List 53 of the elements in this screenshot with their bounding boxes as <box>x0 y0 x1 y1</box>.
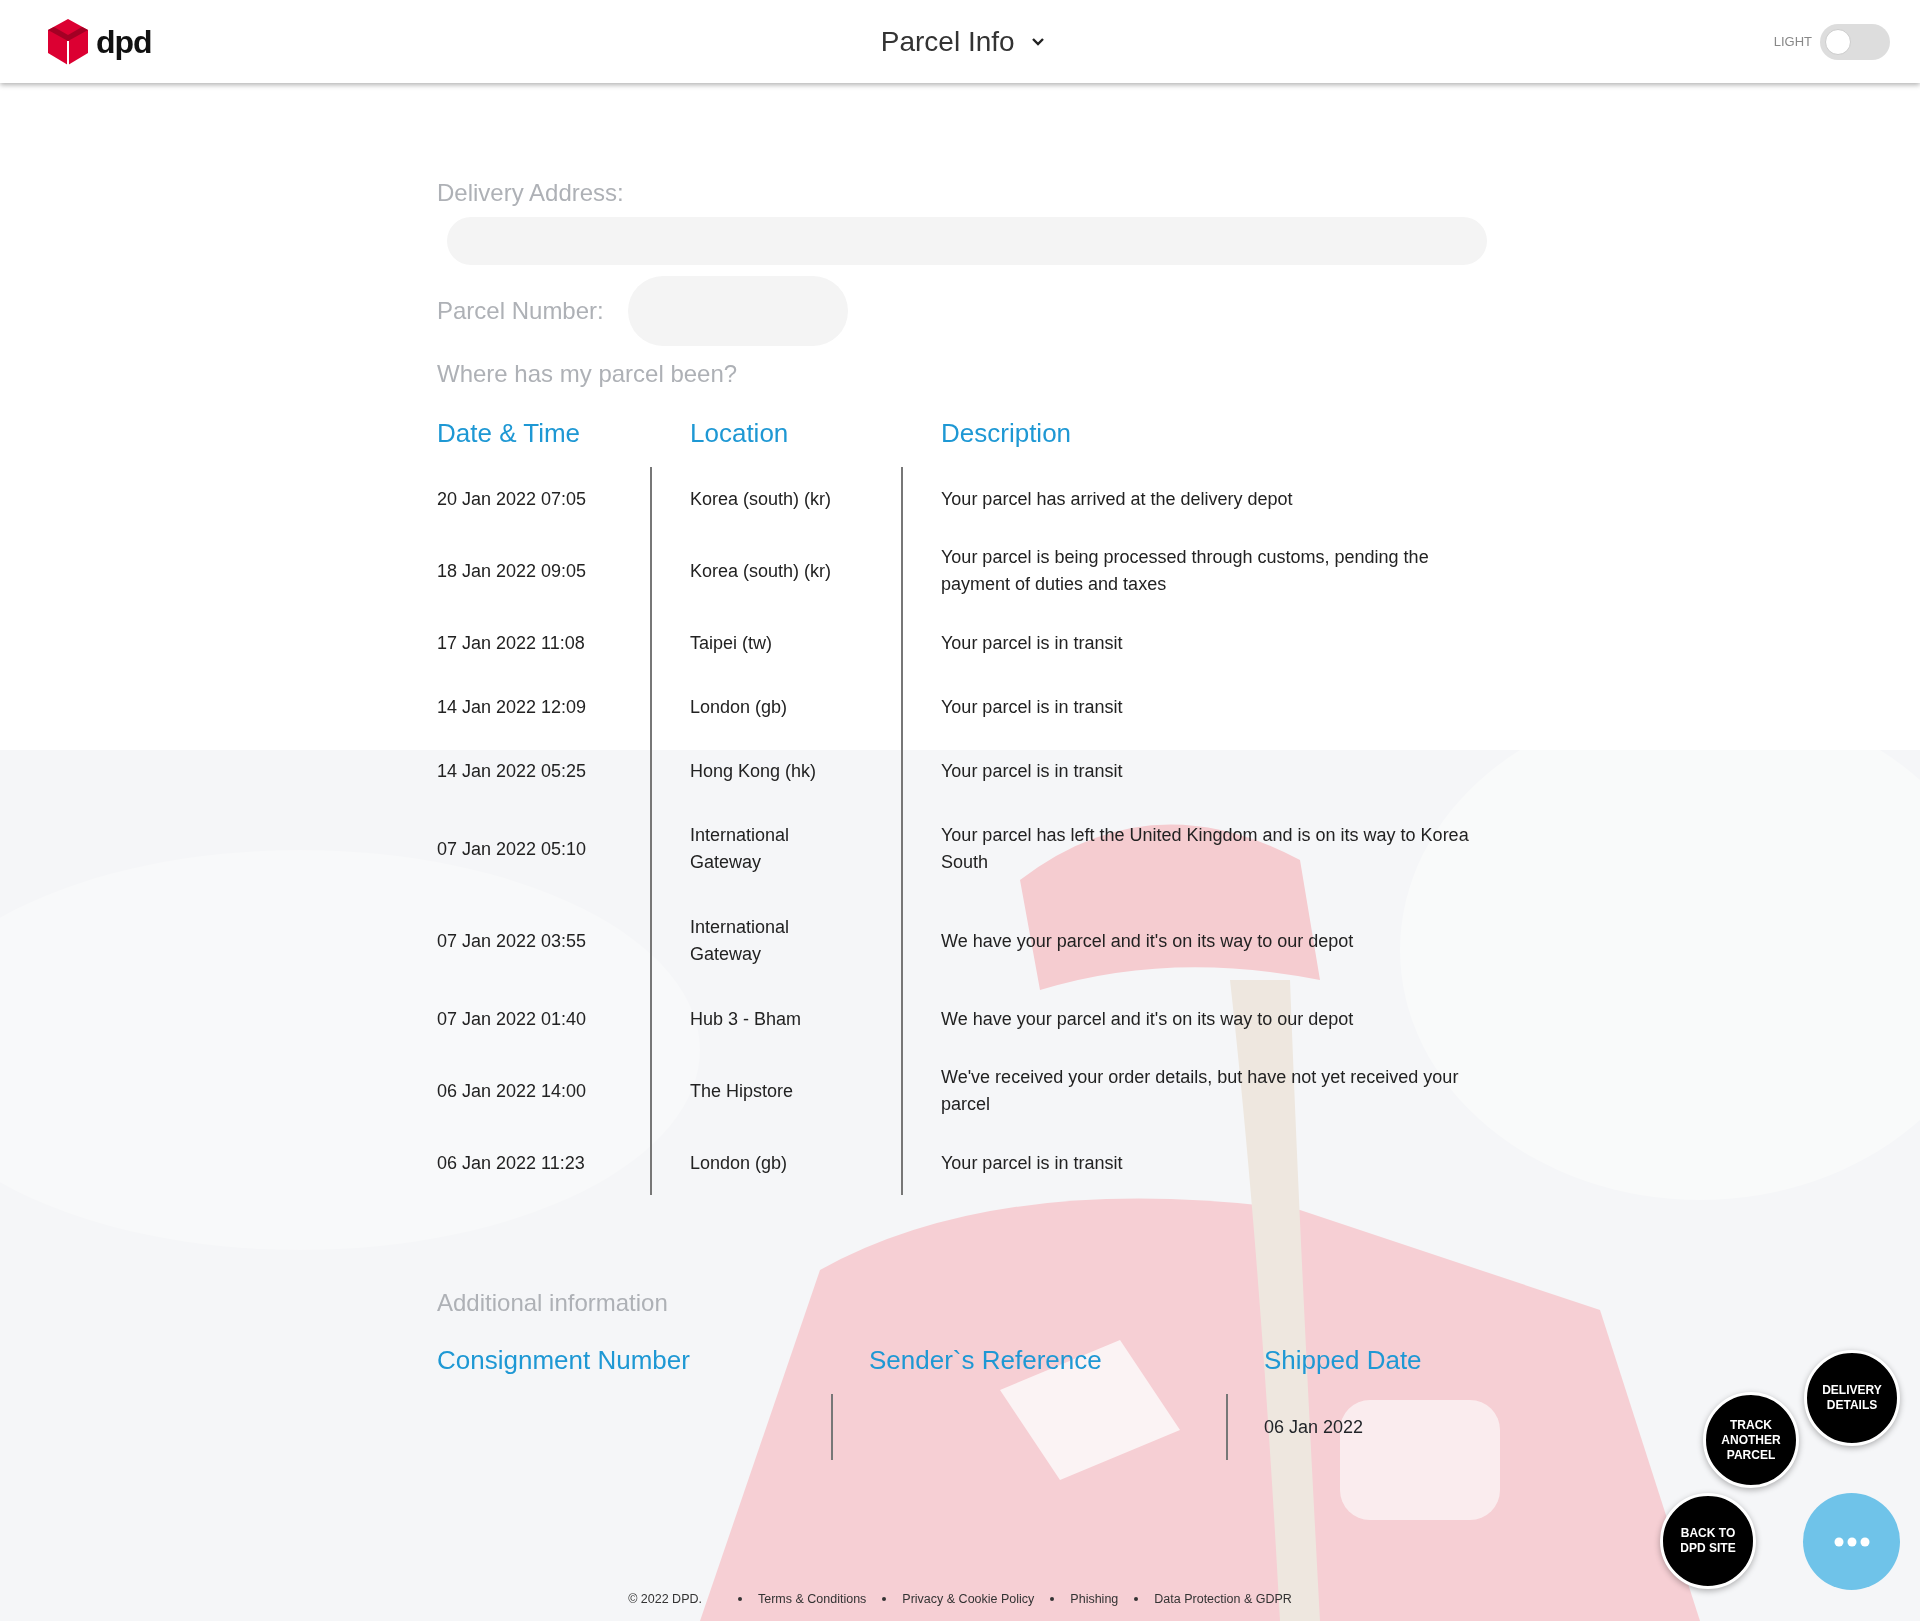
footer-link[interactable]: Data Protection & GDPR <box>1154 1590 1292 1609</box>
page-title-dropdown[interactable]: Parcel Info <box>874 19 1051 64</box>
footer-link[interactable]: Privacy & Cookie Policy <box>902 1590 1035 1609</box>
date-cell-text: 07 Jan 2022 01:40 <box>437 1007 587 1031</box>
location-cell-text: International Gateway <box>690 916 791 966</box>
column-header: Consignment Number <box>437 1345 690 1375</box>
description-cell-text: Your parcel has arrived at the delivery depot <box>941 487 1293 511</box>
column-header: Date & Time <box>437 418 581 448</box>
description-cell-text: Your parcel is being processed through customs, pending the payment of duties and taxes <box>941 546 1430 596</box>
location-cell-text: Hong Kong (hk) <box>690 759 817 783</box>
date-cell-text: 07 Jan 2022 05:10 <box>437 837 587 861</box>
location-cell-text: International Gateway <box>690 824 791 874</box>
chevron-down-icon <box>1030 37 1045 46</box>
footer-link[interactable]: Terms & Conditions <box>757 1590 867 1609</box>
parcel-number-label: Parcel Number: <box>437 296 604 326</box>
date-cell-text: 14 Jan 2022 12:09 <box>437 695 587 719</box>
column-header: Sender`s Reference <box>869 1345 1102 1375</box>
location-cell-text: London (gb) <box>690 695 788 719</box>
date-cell-text: 17 Jan 2022 11:08 <box>437 631 585 655</box>
delivery-address-label: Delivery Address: <box>437 178 624 208</box>
description-cell-text: Your parcel is in transit <box>941 759 1123 783</box>
logo-cube-icon <box>48 18 88 65</box>
column-header: Shipped Date <box>1264 1345 1422 1375</box>
description-cell-text: Your parcel is in transit <box>941 1151 1123 1175</box>
date-cell-text: 14 Jan 2022 05:25 <box>437 759 587 783</box>
location-cell-text: Hub 3 - Bham <box>690 1007 802 1031</box>
date-cell-text: 18 Jan 2022 09:05 <box>437 559 587 583</box>
theme-label: LIGHT <box>1773 32 1812 51</box>
theme-toggle[interactable] <box>1820 23 1890 60</box>
date-cell-text: 06 Jan 2022 11:23 <box>437 1151 585 1175</box>
value-text: 06 Jan 2022 <box>1264 1415 1364 1439</box>
column-header: Description <box>941 418 1072 448</box>
date-cell-text: 07 Jan 2022 03:55 <box>437 929 587 953</box>
description-cell-text: We've received your order details, but have not yet received your parcel <box>941 1066 1460 1116</box>
location-cell-text: Korea (south) (kr) <box>690 487 832 511</box>
description-cell-text: We have your parcel and it's on its way to our depot <box>941 929 1354 953</box>
date-cell-text: 20 Jan 2022 07:05 <box>437 487 587 511</box>
location-cell-text: The Hipstore <box>690 1079 794 1103</box>
location-cell-text: London (gb) <box>690 1151 788 1175</box>
more-icon <box>1833 1536 1870 1547</box>
section-heading: Additional information <box>437 1289 668 1316</box>
column-header: Location <box>690 418 789 448</box>
logo-text[interactable]: dpd <box>96 17 152 66</box>
location-cell-text: Taipei (tw) <box>690 631 773 655</box>
footer-link[interactable]: Phishing <box>1070 1590 1119 1609</box>
copyright-text: © 2022 DPD. <box>628 1591 702 1608</box>
description-cell-text: Your parcel is in transit <box>941 695 1123 719</box>
location-cell-text: Korea (south) (kr) <box>690 559 832 583</box>
description-cell-text: We have your parcel and it's on its way to our depot <box>941 1007 1354 1031</box>
date-cell-text: 06 Jan 2022 14:00 <box>437 1079 587 1103</box>
description-cell-text: Your parcel is in transit <box>941 631 1123 655</box>
section-heading: Where has my parcel been? <box>437 360 738 387</box>
description-cell-text: Your parcel has left the United Kingdom and is on its way to Korea South <box>941 824 1470 874</box>
